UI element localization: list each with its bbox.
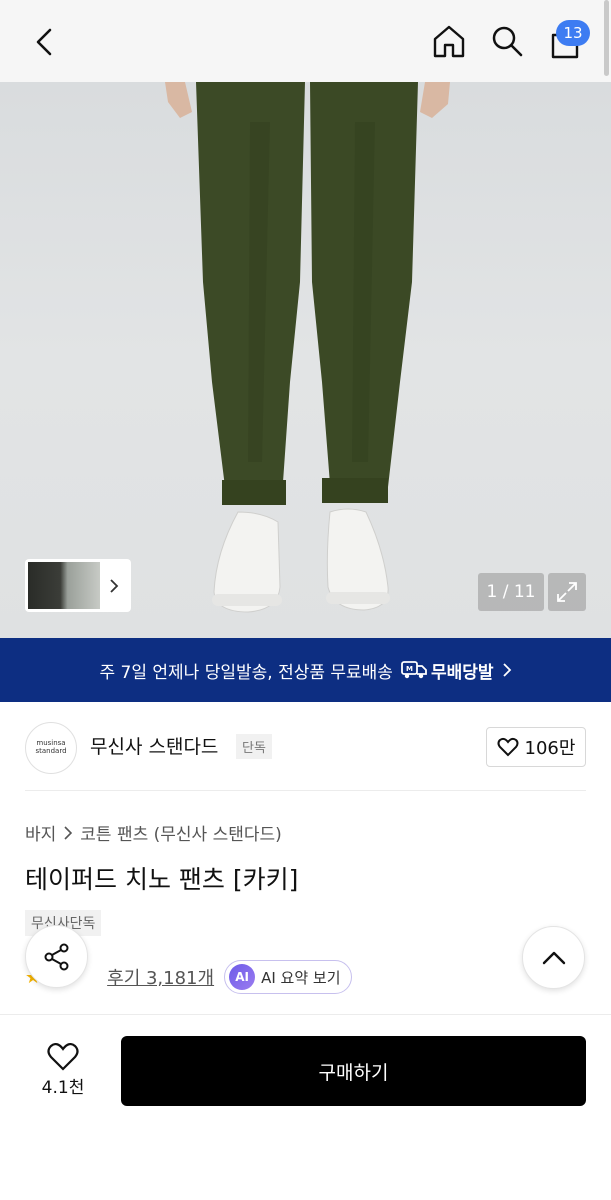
thumbnail-image[interactable]	[28, 562, 100, 609]
buy-button[interactable]: 구매하기	[121, 1036, 586, 1106]
heart-icon	[497, 737, 519, 757]
search-icon[interactable]	[486, 20, 528, 62]
delivery-service-name: 무배당발	[430, 662, 494, 683]
brand-row: musinsa standard 무신사 스탠다드 단독 106만	[0, 702, 611, 790]
delivery-service-logo: M 무배당발	[401, 658, 494, 683]
image-thumbnail-strip[interactable]	[25, 559, 131, 612]
chevron-right-icon[interactable]	[100, 578, 128, 594]
delivery-truck-icon: M	[401, 661, 427, 679]
divider	[25, 790, 586, 791]
wishlist-count: 4.1천	[41, 1077, 85, 1098]
reviews-link[interactable]: 후기 3,181개	[107, 964, 214, 990]
cart-count-badge: 13	[556, 20, 590, 46]
expand-icon[interactable]	[548, 573, 586, 611]
product-image[interactable]	[0, 82, 611, 638]
image-counter: 1 / 11	[478, 573, 544, 611]
chevron-up-icon	[542, 951, 565, 964]
top-navigation-bar: 13	[0, 0, 611, 82]
scroll-to-top-button[interactable]	[522, 926, 585, 989]
back-arrow-icon[interactable]	[24, 22, 64, 62]
chevron-right-icon	[502, 663, 511, 677]
product-photo-pants	[165, 82, 450, 613]
chevron-right-icon	[64, 825, 73, 840]
delivery-banner[interactable]: 주 7일 언제나 당일발송, 전상품 무료배송 M 무배당발	[0, 638, 611, 702]
brand-exclusive-tag: 단독	[236, 734, 272, 759]
brand-logo[interactable]: musinsa standard	[25, 722, 77, 774]
share-button[interactable]	[25, 925, 88, 988]
home-icon[interactable]	[428, 20, 470, 62]
share-icon	[44, 943, 68, 970]
ai-summary-label: AI 요약 보기	[261, 968, 341, 987]
page-scrollbar[interactable]	[604, 0, 609, 76]
banner-text: 주 7일 언제나 당일발송, 전상품 무료배송	[99, 662, 393, 683]
ai-summary-button[interactable]: AI AI 요약 보기	[224, 960, 352, 994]
brand-name[interactable]: 무신사 스탠다드	[90, 732, 218, 759]
wishlist-button[interactable]: 4.1천	[30, 1035, 96, 1105]
brand-like-count: 106만	[524, 738, 576, 759]
heart-icon	[47, 1042, 79, 1071]
breadcrumb-subcategory[interactable]: 코튼 팬츠 (무신사 스탠다드)	[80, 820, 282, 845]
ai-icon: AI	[229, 964, 256, 990]
bottom-action-bar: 4.1천 구매하기	[0, 1014, 611, 1200]
product-title: 테이퍼드 치노 팬츠 [카키]	[25, 865, 299, 894]
brand-like-button[interactable]: 106만	[486, 727, 586, 767]
breadcrumb: 바지 코튼 팬츠 (무신사 스탠다드)	[25, 820, 282, 845]
breadcrumb-category[interactable]: 바지	[25, 820, 56, 845]
svg-text:M: M	[406, 665, 413, 673]
